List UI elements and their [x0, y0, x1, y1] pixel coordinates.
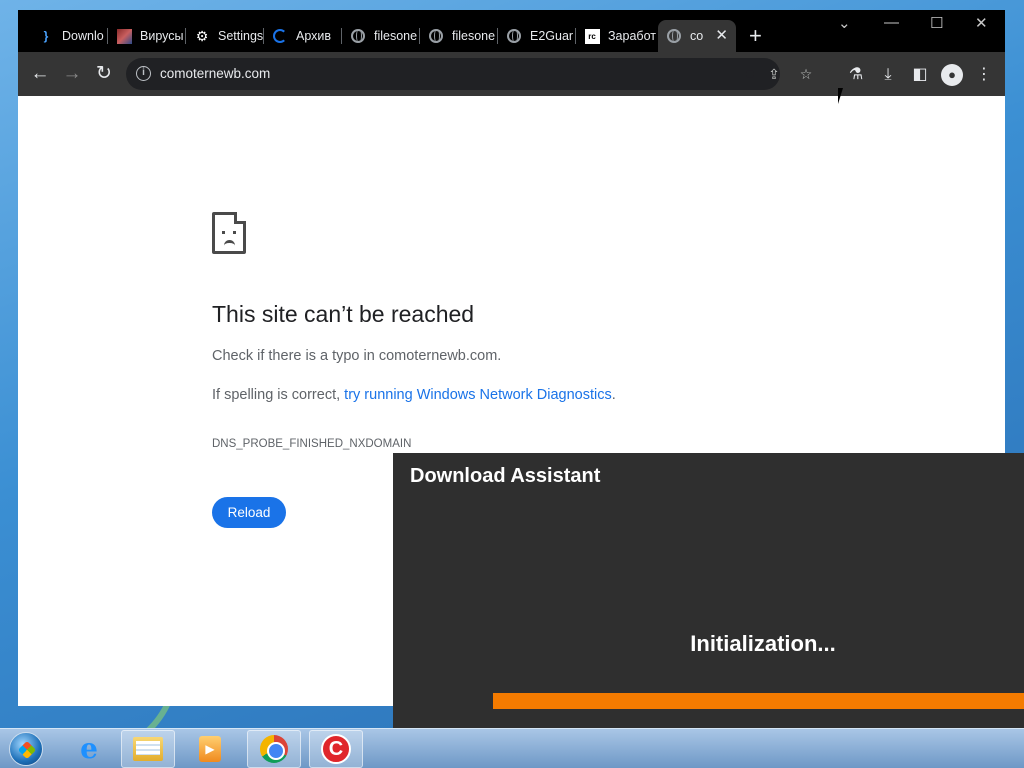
profile-avatar-icon[interactable]: ●: [941, 64, 963, 86]
tab-e2guardian[interactable]: E2Guar: [498, 20, 576, 52]
chrome-icon[interactable]: [247, 730, 301, 768]
tab-close-icon[interactable]: ✕: [715, 26, 728, 44]
download-icon[interactable]: ⤓: [877, 64, 899, 86]
tab-active-site[interactable]: co ✕: [658, 20, 736, 52]
download-assistant-title: Download Assistant: [410, 465, 601, 487]
tab-filesone-2[interactable]: filesone: [420, 20, 498, 52]
rc-icon: rc: [584, 28, 600, 44]
download-assistant-window: Download Assistant Initialization...: [393, 453, 1024, 768]
file-explorer-icon[interactable]: [121, 730, 175, 768]
start-button[interactable]: [4, 730, 48, 768]
tab-title: filesone: [374, 29, 418, 43]
error-code: DNS_PROBE_FINISHED_NXDOMAIN: [212, 438, 412, 450]
progress-bar: [493, 693, 1024, 709]
side-panel-icon[interactable]: ◧: [909, 64, 931, 86]
google-lens-icon[interactable]: [732, 64, 752, 84]
globe-icon: [506, 28, 522, 44]
progress-bar-fill: [493, 693, 1024, 709]
error-title: This site can’t be reached: [212, 301, 475, 327]
address-text[interactable]: comoternewb.com: [160, 66, 270, 81]
media-player-icon[interactable]: ▶: [183, 730, 237, 768]
windows-logo-icon: [9, 732, 43, 766]
address-bar[interactable]: i comoternewb.com ⇪ ☆: [126, 58, 812, 90]
tab-title: Заработ: [608, 29, 656, 43]
sad-document-icon: [212, 212, 246, 254]
tab-filesone-1[interactable]: filesone: [342, 20, 420, 52]
forward-arrow-icon[interactable]: →: [60, 62, 84, 86]
ccleaner-icon[interactable]: C: [309, 730, 363, 768]
tab-title: co: [690, 29, 704, 43]
curly-bracket-icon: }: [43, 29, 49, 43]
tab-title: E2Guar: [530, 29, 574, 43]
tab-search-chevron-icon[interactable]: ⌄: [838, 14, 851, 32]
window-close-icon[interactable]: ✕: [975, 14, 988, 32]
mouse-cursor: [838, 88, 848, 104]
globe-icon: [666, 28, 682, 44]
browser-toolbar: ← → ↻ i comoternewb.com ⇪ ☆ ⚗ ⤓ ◧ ● ⋮: [18, 52, 1005, 96]
tab-title: Архив: [296, 29, 332, 43]
globe-icon: [428, 28, 444, 44]
labs-flask-icon[interactable]: ⚗: [845, 64, 867, 86]
spelling-hint: If spelling is correct, try running Wind…: [212, 387, 616, 403]
tab-archive[interactable]: Архив: [264, 20, 342, 52]
tab-settings[interactable]: ⚙ Settings: [186, 20, 264, 52]
download-status: Initialization...: [690, 631, 836, 656]
menu-kebab-icon[interactable]: ⋮: [973, 64, 995, 86]
back-arrow-icon[interactable]: ←: [28, 62, 52, 86]
loading-ring-icon: [272, 28, 288, 44]
spelling-prefix: If spelling is correct,: [212, 387, 345, 403]
tab-title: Вирусы: [140, 29, 184, 43]
typo-hint: Check if there is a typo in comoternewb.…: [212, 348, 502, 364]
image-favicon: [116, 28, 132, 44]
minimize-icon[interactable]: —: [884, 14, 899, 31]
reload-button[interactable]: Reload: [212, 497, 286, 528]
tab-title: filesone: [452, 29, 496, 43]
network-diagnostics-link[interactable]: try running Windows Network Diagnostics: [344, 387, 612, 403]
new-tab-button[interactable]: +: [749, 25, 762, 47]
taskbar: e ▶ C: [0, 728, 1024, 768]
globe-icon: [350, 28, 366, 44]
tab-earnings[interactable]: rc Заработ: [576, 20, 658, 52]
tab-viruses[interactable]: Вирусы: [108, 20, 186, 52]
tab-download[interactable]: } Downlo: [30, 20, 108, 52]
maximize-icon[interactable]: ☐: [930, 14, 943, 32]
tab-title: Settings: [218, 29, 264, 43]
gear-icon: ⚙: [195, 27, 209, 44]
refresh-icon[interactable]: ↻: [92, 62, 116, 86]
bookmark-star-icon[interactable]: ☆: [796, 64, 816, 84]
tab-title: Downlo: [62, 29, 104, 43]
internet-explorer-icon[interactable]: e: [62, 730, 116, 768]
spelling-suffix: .: [611, 387, 616, 403]
share-icon[interactable]: ⇪: [764, 64, 784, 84]
site-info-icon[interactable]: i: [136, 66, 151, 81]
tab-strip: } Downlo Вирусы ⚙ Settings Архив fileson…: [18, 10, 1005, 52]
